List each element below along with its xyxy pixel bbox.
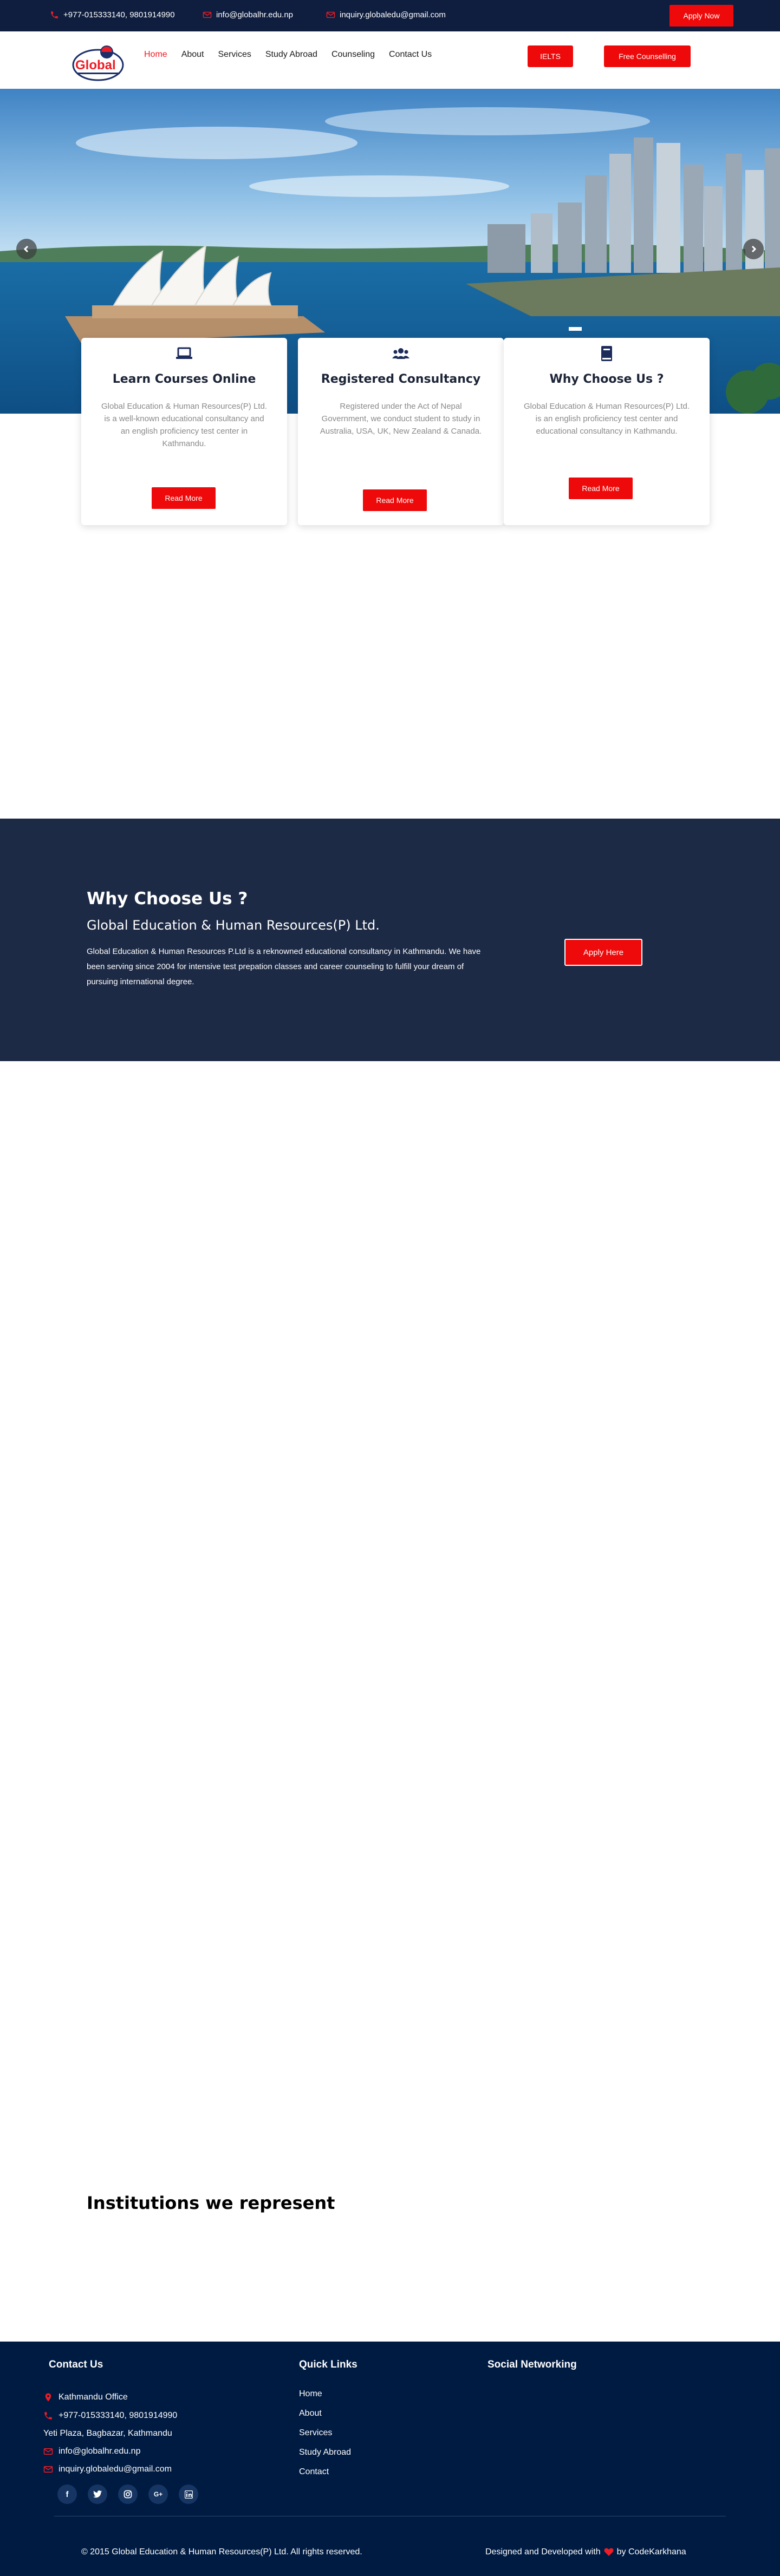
phone-icon [51, 11, 58, 18]
credit-suffix: by CodeKarkhana [616, 2547, 686, 2557]
footer-link-home[interactable]: Home [299, 2389, 322, 2399]
topbar-phone[interactable]: +977-015333140, 9801914990 [50, 10, 175, 19]
users-icon [392, 348, 410, 359]
why-subtitle: Global Education & Human Resources(P) Lt… [87, 918, 380, 933]
read-more-button[interactable]: Read More [363, 489, 427, 511]
linkedin-icon[interactable] [179, 2485, 198, 2504]
main-nav: Home About Services Study Abroad Counsel… [144, 50, 446, 60]
book-icon [601, 346, 612, 361]
feature-card-registered: Registered Consultancy Registered under … [298, 338, 504, 525]
footer-email[interactable]: info@globalhr.edu.np [43, 2447, 140, 2456]
footer-address-text: Yeti Plaza, Bagbazar, Kathmandu [43, 2429, 172, 2438]
facebook-icon[interactable]: f [57, 2485, 77, 2504]
ielts-button[interactable]: IELTS [528, 45, 573, 67]
nav-counseling[interactable]: Counseling [332, 50, 375, 60]
read-more-button[interactable]: Read More [569, 478, 633, 499]
slider-prev-arrow[interactable] [16, 239, 37, 259]
footer-phone[interactable]: +977-015333140, 9801914990 [43, 2411, 177, 2421]
nav-home[interactable]: Home [144, 50, 167, 60]
instagram-icon[interactable] [118, 2485, 138, 2504]
footer-links-title: Quick Links [299, 2359, 358, 2370]
footer-link-study-abroad[interactable]: Study Abroad [299, 2448, 351, 2457]
footer-address: Yeti Plaza, Bagbazar, Kathmandu [43, 2429, 172, 2438]
read-more-button[interactable]: Read More [152, 487, 216, 509]
nav-about[interactable]: About [181, 50, 204, 60]
nav-services[interactable]: Services [218, 50, 251, 60]
topbar-email2-text: inquiry.globaledu@gmail.com [340, 10, 446, 19]
phone-icon [44, 2412, 52, 2420]
footer-link-contact[interactable]: Contact [299, 2467, 329, 2477]
envelope-icon [43, 2448, 53, 2455]
topbar-email-text: info@globalhr.edu.np [216, 10, 294, 19]
chevron-left-icon [23, 245, 29, 253]
card-text: Global Education & Human Resources(P) Lt… [524, 402, 690, 436]
card-title: Learn Courses Online [112, 372, 256, 386]
footer-contact-title: Contact Us [49, 2359, 103, 2370]
site-footer: Contact Us Kathmandu Office +977-0153331… [0, 2342, 780, 2576]
apply-now-button[interactable]: Apply Now [670, 5, 733, 27]
slider-next-arrow[interactable] [743, 239, 764, 259]
footer-social-title: Social Networking [487, 2359, 577, 2370]
nav-contact[interactable]: Contact Us [389, 50, 432, 60]
envelope-icon [326, 11, 335, 18]
global-logo[interactable]: Global [71, 44, 128, 82]
top-bar: +977-015333140, 9801914990 info@globalhr… [0, 0, 780, 31]
footer-email2-text: inquiry.globaledu@gmail.com [58, 2464, 172, 2474]
envelope-icon [203, 11, 212, 18]
copyright-text: © 2015 Global Education & Human Resource… [81, 2547, 362, 2557]
footer-link-services[interactable]: Services [299, 2428, 332, 2438]
footer-link-about[interactable]: About [299, 2409, 322, 2418]
google-plus-icon[interactable]: G+ [148, 2485, 168, 2504]
twitter-icon[interactable] [88, 2485, 107, 2504]
credit-text: Designed and Developed with by CodeKarkh… [485, 2547, 686, 2557]
card-title: Why Choose Us ? [549, 372, 664, 386]
why-title: Why Choose Us ? [87, 889, 248, 908]
apply-here-button[interactable]: Apply Here [564, 939, 642, 966]
institutions-title: Institutions we represent [87, 2193, 335, 2213]
logo-text: Global [75, 58, 116, 73]
footer-phone-text: +977-015333140, 9801914990 [58, 2411, 178, 2420]
topbar-phone-text: +977-015333140, 9801914990 [63, 10, 175, 19]
feature-card-why: Why Choose Us ? Global Education & Human… [504, 338, 710, 525]
free-counselling-button[interactable]: Free Counselling [604, 45, 691, 67]
map-pin-icon [45, 2393, 51, 2402]
footer-office-text: Kathmandu Office [58, 2392, 128, 2402]
card-title: Registered Consultancy [321, 372, 481, 386]
why-choose-section: Why Choose Us ? Global Education & Human… [0, 819, 780, 1061]
social-icons: f G+ [57, 2485, 198, 2504]
footer-office: Kathmandu Office [43, 2392, 128, 2402]
topbar-email[interactable]: info@globalhr.edu.np [203, 10, 293, 19]
footer-email-text: info@globalhr.edu.np [58, 2447, 141, 2456]
laptop-icon [176, 347, 192, 359]
card-text: Registered under the Act of Nepal Govern… [320, 402, 482, 436]
footer-email2[interactable]: inquiry.globaledu@gmail.com [43, 2464, 172, 2474]
credit-prefix: Designed and Developed with [485, 2547, 601, 2557]
nav-study-abroad[interactable]: Study Abroad [265, 50, 317, 60]
why-text: Global Education & Human Resources P.Ltd… [87, 947, 481, 986]
feature-card-courses: Learn Courses Online Global Education & … [81, 338, 287, 525]
chevron-right-icon [751, 245, 757, 253]
heart-icon [604, 2548, 614, 2556]
topbar-email2[interactable]: inquiry.globaledu@gmail.com [326, 10, 446, 19]
card-text: Global Education & Human Resources(P) Lt… [101, 402, 267, 448]
main-header: Global Home About Services Study Abroad … [0, 31, 780, 89]
envelope-icon [43, 2466, 53, 2473]
